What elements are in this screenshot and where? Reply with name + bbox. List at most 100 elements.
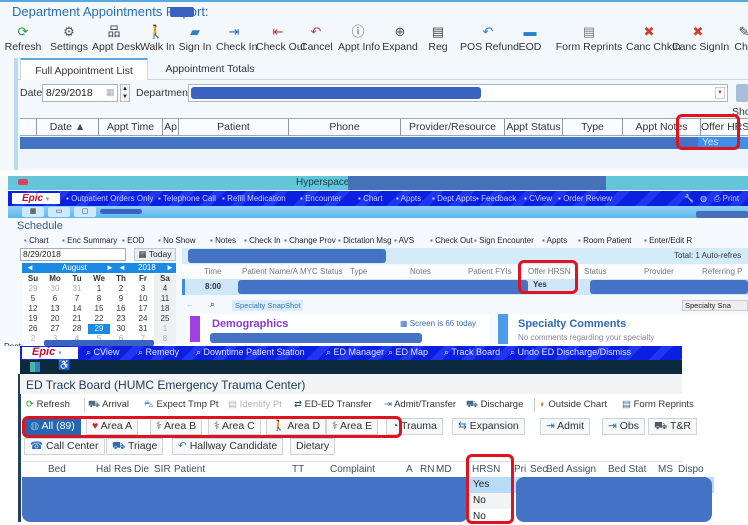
- filter-area-c[interactable]: ⚕ Area C: [208, 418, 261, 435]
- col-offer-hrsn[interactable]: Offer HRSN: [700, 119, 748, 136]
- col-provider-resource[interactable]: Provider/Resource: [400, 119, 504, 136]
- col-type[interactable]: Type: [562, 119, 622, 136]
- cancel-button[interactable]: ↶ Cancel: [300, 24, 333, 56]
- action-enter-edit-r[interactable]: ▪ Enter/Edit R: [644, 234, 692, 247]
- menu-encounter[interactable]: ▪ Encounter: [300, 193, 342, 204]
- today-button[interactable]: ▦ Today: [134, 248, 176, 261]
- col-patient[interactable]: Patient: [174, 464, 205, 475]
- action-chart[interactable]: ▪ Chart: [24, 234, 49, 247]
- col-appt-notes[interactable]: Appt Notes: [622, 119, 700, 136]
- action-eod[interactable]: ▪ EOD: [122, 234, 144, 247]
- date-spinner[interactable]: ▲ ▼: [120, 84, 130, 102]
- col-myc-status[interactable]: MYC Status: [300, 267, 343, 276]
- redacted-tab[interactable]: [100, 209, 142, 214]
- calendar-day[interactable]: 16: [110, 304, 132, 314]
- search-icon[interactable]: ⌕: [210, 299, 215, 310]
- appt-desk-button[interactable]: 品 Appt Desk: [92, 24, 140, 56]
- admit-transfer-button[interactable]: ⇥ Admit/Transfer: [384, 398, 456, 412]
- menu-dept-appts[interactable]: ▪ Dept Appts: [432, 193, 476, 204]
- filter-dietary[interactable]: Dietary: [290, 438, 336, 455]
- action-enc-summary[interactable]: ▪ Enc Summary: [62, 234, 117, 247]
- action-change-prov[interactable]: ▪ Change Prov: [284, 234, 336, 247]
- print-button[interactable]: ⎙ Print: [714, 193, 739, 204]
- calendar-day[interactable]: 28: [66, 324, 88, 334]
- col-provider[interactable]: Provider: [644, 267, 674, 276]
- appointment-row[interactable]: 8:00 Yes: [182, 279, 748, 295]
- hrsn-cell[interactable]: Yes: [470, 477, 514, 493]
- col-bed-stat[interactable]: Bed Stat: [608, 464, 646, 475]
- menu-feedback[interactable]: ▪ Feedback: [476, 193, 516, 204]
- menu-appts[interactable]: ▪ Appts: [396, 193, 421, 204]
- filter-area-d[interactable]: 🚶 Area D: [266, 418, 327, 435]
- calendar-day[interactable]: 21: [66, 314, 88, 324]
- canc-chkin-button[interactable]: ✖ Canc ChkIn: [626, 24, 681, 56]
- expand-button[interactable]: ⊕ Expand: [382, 24, 418, 56]
- calendar-day[interactable]: 24: [132, 314, 154, 324]
- calendar-day[interactable]: 31: [132, 324, 154, 334]
- action-avs[interactable]: ▪ AVS: [394, 234, 414, 247]
- filter-trauma[interactable]: ◔ Trauma: [386, 418, 443, 435]
- action-dictation-msg[interactable]: ▪ Dictation Msg: [338, 234, 392, 247]
- calendar-day[interactable]: 2: [22, 334, 44, 344]
- col-res[interactable]: Res: [114, 464, 132, 475]
- col-date[interactable]: Date ▲: [36, 119, 98, 136]
- identify-pt-button[interactable]: ▤ Identify Pt: [228, 398, 282, 412]
- refresh-button[interactable]: ⟳ Refresh: [4, 24, 42, 56]
- col-die[interactable]: Die: [134, 464, 149, 475]
- col-sir[interactable]: SIR: [154, 464, 171, 475]
- calendar-day[interactable]: 1: [88, 284, 110, 294]
- track-board-icon[interactable]: [30, 362, 40, 372]
- filter-obs[interactable]: ⇥ Obs: [602, 418, 645, 435]
- col-ms[interactable]: MS: [658, 464, 673, 475]
- menu-remedy[interactable]: ⌕ Remedy: [138, 347, 179, 358]
- action-room-patient[interactable]: ▪ Room Patient: [578, 234, 632, 247]
- calendar-day[interactable]: 13: [44, 304, 66, 314]
- app-menu-icon[interactable]: [18, 179, 28, 185]
- prev-year-icon[interactable]: ◄: [118, 263, 126, 273]
- reg-button[interactable]: ▤ Reg: [424, 24, 452, 56]
- menu-ed-manager[interactable]: ⌕ ED Manager: [326, 347, 384, 358]
- col-appt-time[interactable]: Appt Time: [98, 119, 162, 136]
- calendar-day[interactable]: 31: [66, 284, 88, 294]
- calendar-day[interactable]: 7: [66, 294, 88, 304]
- chevron-down-icon[interactable]: ▼: [715, 87, 725, 99]
- sign-in-button[interactable]: ▰ Sign In: [178, 24, 212, 56]
- settings-button[interactable]: ⚙ Settings: [50, 24, 88, 56]
- appt-info-button[interactable]: ⓘ Appt Info: [338, 24, 380, 56]
- col-appt-status[interactable]: Appt Status: [504, 119, 562, 136]
- filter-hallway-candidate[interactable]: ↶ Hallway Candidate: [172, 438, 284, 455]
- col-sec[interactable]: Sec: [530, 464, 547, 475]
- calendar-day[interactable]: 26: [22, 324, 44, 334]
- wrench-icon[interactable]: 🔧: [684, 193, 694, 204]
- calendar-day[interactable]: 9: [110, 294, 132, 304]
- calendar-day[interactable]: 17: [132, 304, 154, 314]
- eod-button[interactable]: ▬ EOD: [516, 24, 544, 56]
- calendar-day[interactable]: 11: [154, 294, 176, 304]
- filter-triage[interactable]: ⛟ Triage: [106, 438, 164, 455]
- discharge-button[interactable]: ⛟ Discharge: [466, 398, 523, 412]
- col-hal[interactable]: Hal: [96, 464, 111, 475]
- menu-undo-ed-discharge-dismiss[interactable]: ⌕ Undo ED Discharge/Dismiss: [510, 347, 631, 358]
- col-referring-provider[interactable]: Referring P: [702, 267, 742, 276]
- calendar-day[interactable]: 3: [132, 284, 154, 294]
- menu-cview[interactable]: ⌕ CView: [86, 347, 119, 358]
- monitor-icon[interactable]: ▢: [74, 207, 96, 217]
- calendar-day[interactable]: 14: [66, 304, 88, 314]
- tab-full-appointment-list[interactable]: Full Appointment List: [20, 58, 148, 80]
- col-select[interactable]: [20, 119, 36, 136]
- col-rn[interactable]: RN: [420, 464, 434, 475]
- filter-t-r[interactable]: ⛟ T&R: [648, 418, 697, 435]
- action-notes[interactable]: ▪ Notes: [210, 234, 236, 247]
- filter-admit[interactable]: ⇥ Admit: [540, 418, 590, 435]
- inbox-icon[interactable]: ▭: [48, 207, 70, 217]
- wheelchair-icon[interactable]: ♿: [58, 360, 70, 371]
- calendar-day[interactable]: 1: [154, 324, 176, 334]
- action-appts[interactable]: ▪ Appts: [542, 234, 567, 247]
- calendar-day[interactable]: 6: [44, 294, 66, 304]
- action-no-show[interactable]: ▪ No Show: [158, 234, 196, 247]
- filter-call-center[interactable]: ☎ Call Center: [24, 438, 105, 455]
- col-pri[interactable]: Pri: [514, 464, 526, 475]
- menu-cview[interactable]: ▪ CView: [524, 193, 552, 204]
- calendar-day[interactable]: 20: [44, 314, 66, 324]
- filter-area-a[interactable]: ♥ Area A: [86, 418, 139, 435]
